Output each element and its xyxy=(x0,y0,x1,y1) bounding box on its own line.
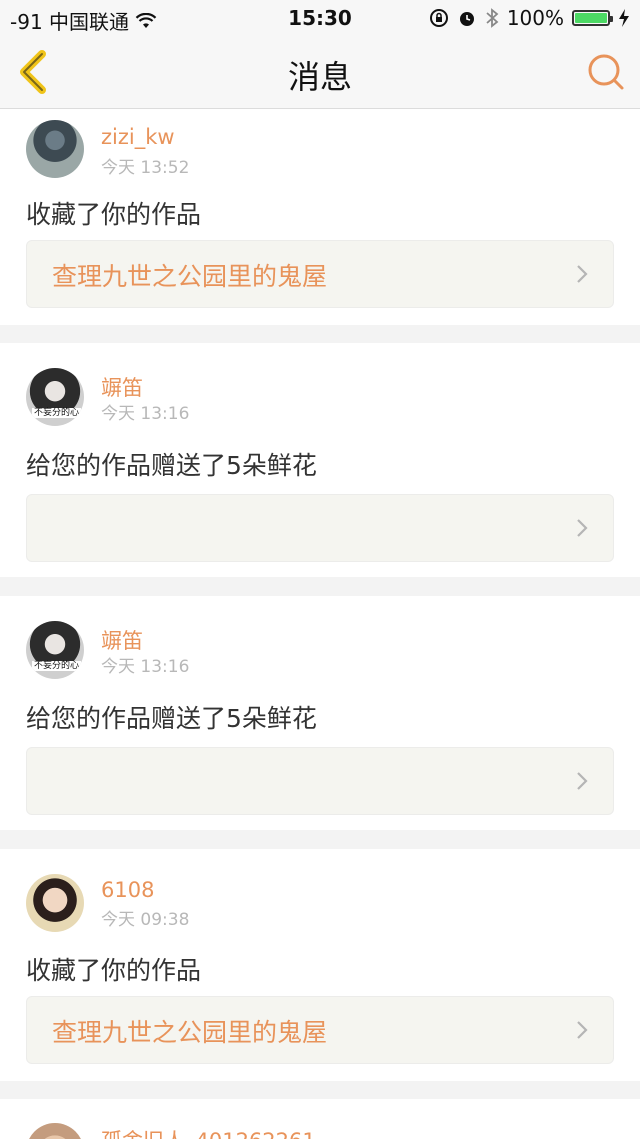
work-link[interactable] xyxy=(26,494,614,562)
status-right: 100% xyxy=(429,6,630,30)
message-card[interactable]: 6108 今天 09:38 收藏了你的作品 查理九世之公园里的鬼屋 xyxy=(0,849,640,1081)
username[interactable]: 孤舍旧人_401262261 xyxy=(101,1125,316,1139)
charging-icon xyxy=(619,9,629,27)
avatar[interactable]: 不妄分的心 xyxy=(26,621,84,679)
message-time: 今天 13:16 xyxy=(101,404,190,424)
username[interactable]: 6108 xyxy=(101,878,154,902)
nav-bar: 消息 xyxy=(0,36,640,109)
work-title: 查理九世之公园里的鬼屋 xyxy=(52,262,328,291)
bluetooth-icon xyxy=(486,8,499,28)
username[interactable]: 竮笛 xyxy=(101,625,143,655)
message-time: 今天 09:38 xyxy=(101,910,190,930)
avatar[interactable] xyxy=(26,1123,84,1139)
work-link[interactable] xyxy=(26,747,614,815)
username[interactable]: zizi_kw xyxy=(101,125,175,149)
message-card[interactable]: 不妄分的心 竮笛 今天 13:16 给您的作品赠送了5朵鲜花 xyxy=(0,343,640,577)
message-action: 收藏了你的作品 xyxy=(26,956,202,985)
message-action: 给您的作品赠送了5朵鲜花 xyxy=(26,451,317,480)
message-action: 给您的作品赠送了5朵鲜花 xyxy=(26,704,317,733)
chevron-right-icon xyxy=(577,1021,588,1039)
status-bar: -91 中国联通 15:30 100% xyxy=(0,0,640,36)
message-action: 收藏了你的作品 xyxy=(26,200,202,229)
orientation-lock-icon xyxy=(429,9,448,27)
chevron-right-icon xyxy=(577,772,588,790)
work-link[interactable]: 查理九世之公园里的鬼屋 xyxy=(26,996,614,1064)
message-time: 今天 13:16 xyxy=(101,657,190,677)
work-title: 查理九世之公园里的鬼屋 xyxy=(52,1018,328,1047)
battery-icon xyxy=(572,10,613,26)
chevron-right-icon xyxy=(577,265,588,283)
search-button[interactable] xyxy=(586,52,626,92)
battery-percent: 100% xyxy=(506,6,564,30)
message-time: 今天 13:52 xyxy=(101,158,190,178)
search-icon xyxy=(588,54,624,90)
avatar[interactable] xyxy=(26,874,84,932)
message-card[interactable]: zizi_kw 今天 13:52 收藏了你的作品 查理九世之公园里的鬼屋 xyxy=(0,109,640,325)
message-card[interactable]: 不妄分的心 竮笛 今天 13:16 给您的作品赠送了5朵鲜花 xyxy=(0,596,640,830)
messages-screen: -91 中国联通 15:30 100% 消息 zizi_kw 今天 13:52 … xyxy=(0,0,640,1139)
avatar-caption: 不妄分的心 xyxy=(32,661,82,671)
message-card[interactable]: 孤舍旧人_401262261 xyxy=(0,1099,640,1139)
work-link[interactable]: 查理九世之公园里的鬼屋 xyxy=(26,240,614,308)
avatar[interactable]: 不妄分的心 xyxy=(26,368,84,426)
page-title: 消息 xyxy=(287,58,352,96)
chevron-right-icon xyxy=(577,519,588,537)
username[interactable]: 竮笛 xyxy=(101,372,143,402)
alarm-icon xyxy=(459,12,474,26)
avatar-caption: 不妄分的心 xyxy=(32,408,82,418)
avatar[interactable] xyxy=(26,120,84,178)
